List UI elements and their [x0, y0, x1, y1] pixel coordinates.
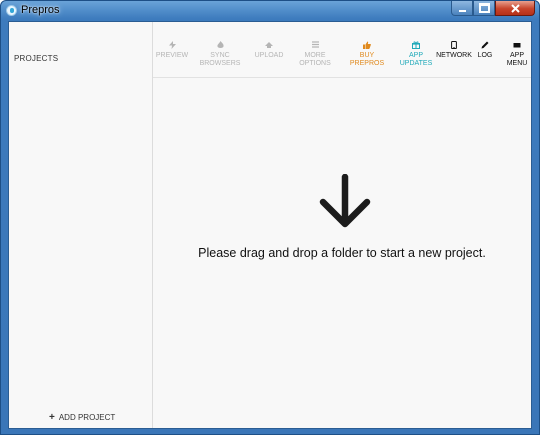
add-project-label: ADD PROJECT — [58, 413, 116, 422]
plus-icon: + — [49, 411, 55, 423]
minimize-icon — [458, 9, 466, 12]
window-controls — [451, 1, 535, 17]
toolbar-preview-button[interactable]: PREVIEW — [155, 41, 189, 60]
arrow-down-icon — [319, 174, 371, 228]
pencil-icon — [481, 41, 489, 50]
menu-icon — [311, 41, 319, 50]
toolbar-app-menu-button[interactable]: APP MENU — [505, 41, 529, 68]
app-content: PROJECTS + ADD PROJECT PREVIEW SYNC BROW… — [8, 21, 532, 429]
toolbar: PREVIEW SYNC BROWSERS UPLOAD MORE OPTION… — [153, 22, 531, 78]
thumbs-up-icon — [363, 41, 371, 50]
toolbar-sync-browsers-label: SYNC BROWSERS — [199, 52, 241, 67]
gift-icon — [412, 41, 420, 50]
title-bar[interactable]: Prepros — [1, 1, 539, 21]
bolt-icon — [168, 41, 176, 50]
close-icon — [510, 3, 520, 13]
toolbar-sync-browsers-button[interactable]: SYNC BROWSERS — [196, 41, 244, 68]
upload-icon — [265, 41, 273, 50]
prepros-logo-icon — [6, 5, 17, 16]
projects-heading: PROJECTS — [14, 54, 59, 63]
drop-instructions: Please drag and drop a folder to start a… — [198, 246, 486, 260]
maximize-icon — [478, 3, 490, 13]
toolbar-upload-label: UPLOAD — [254, 52, 284, 59]
add-project-button[interactable]: + ADD PROJECT — [49, 411, 116, 423]
fire-icon — [216, 41, 224, 50]
toolbar-app-updates-button[interactable]: APP UPDATES — [398, 41, 434, 68]
toolbar-app-menu-label: APP MENU — [506, 52, 528, 67]
drop-zone[interactable]: Please drag and drop a folder to start a… — [153, 78, 531, 428]
projects-sidebar: PROJECTS + ADD PROJECT — [9, 22, 153, 428]
toolbar-app-updates-label: APP UPDATES — [399, 52, 433, 67]
toolbar-preview-label: PREVIEW — [155, 52, 189, 59]
toolbar-upload-button[interactable]: UPLOAD — [253, 41, 285, 60]
toolbar-log-button[interactable]: LOG — [473, 41, 497, 60]
square-icon — [513, 41, 521, 50]
toolbar-buy-prepros-label: BUY PREPROS — [349, 52, 385, 67]
toolbar-more-options-button[interactable]: MORE OPTIONS — [295, 41, 335, 68]
toolbar-network-label: NETWORK — [436, 52, 472, 59]
app-window: Prepros PROJECTS + ADD PROJECT PREVIEW S… — [0, 0, 540, 435]
toolbar-network-button[interactable]: NETWORK — [436, 41, 472, 60]
toolbar-log-label: LOG — [477, 52, 493, 59]
toolbar-more-options-label: MORE OPTIONS — [299, 52, 331, 67]
mobile-icon — [451, 41, 457, 50]
window-title: Prepros — [21, 4, 60, 16]
maximize-button[interactable] — [473, 1, 495, 16]
toolbar-buy-prepros-button[interactable]: BUY PREPROS — [350, 41, 384, 68]
minimize-button[interactable] — [451, 1, 473, 16]
close-button[interactable] — [495, 1, 535, 16]
